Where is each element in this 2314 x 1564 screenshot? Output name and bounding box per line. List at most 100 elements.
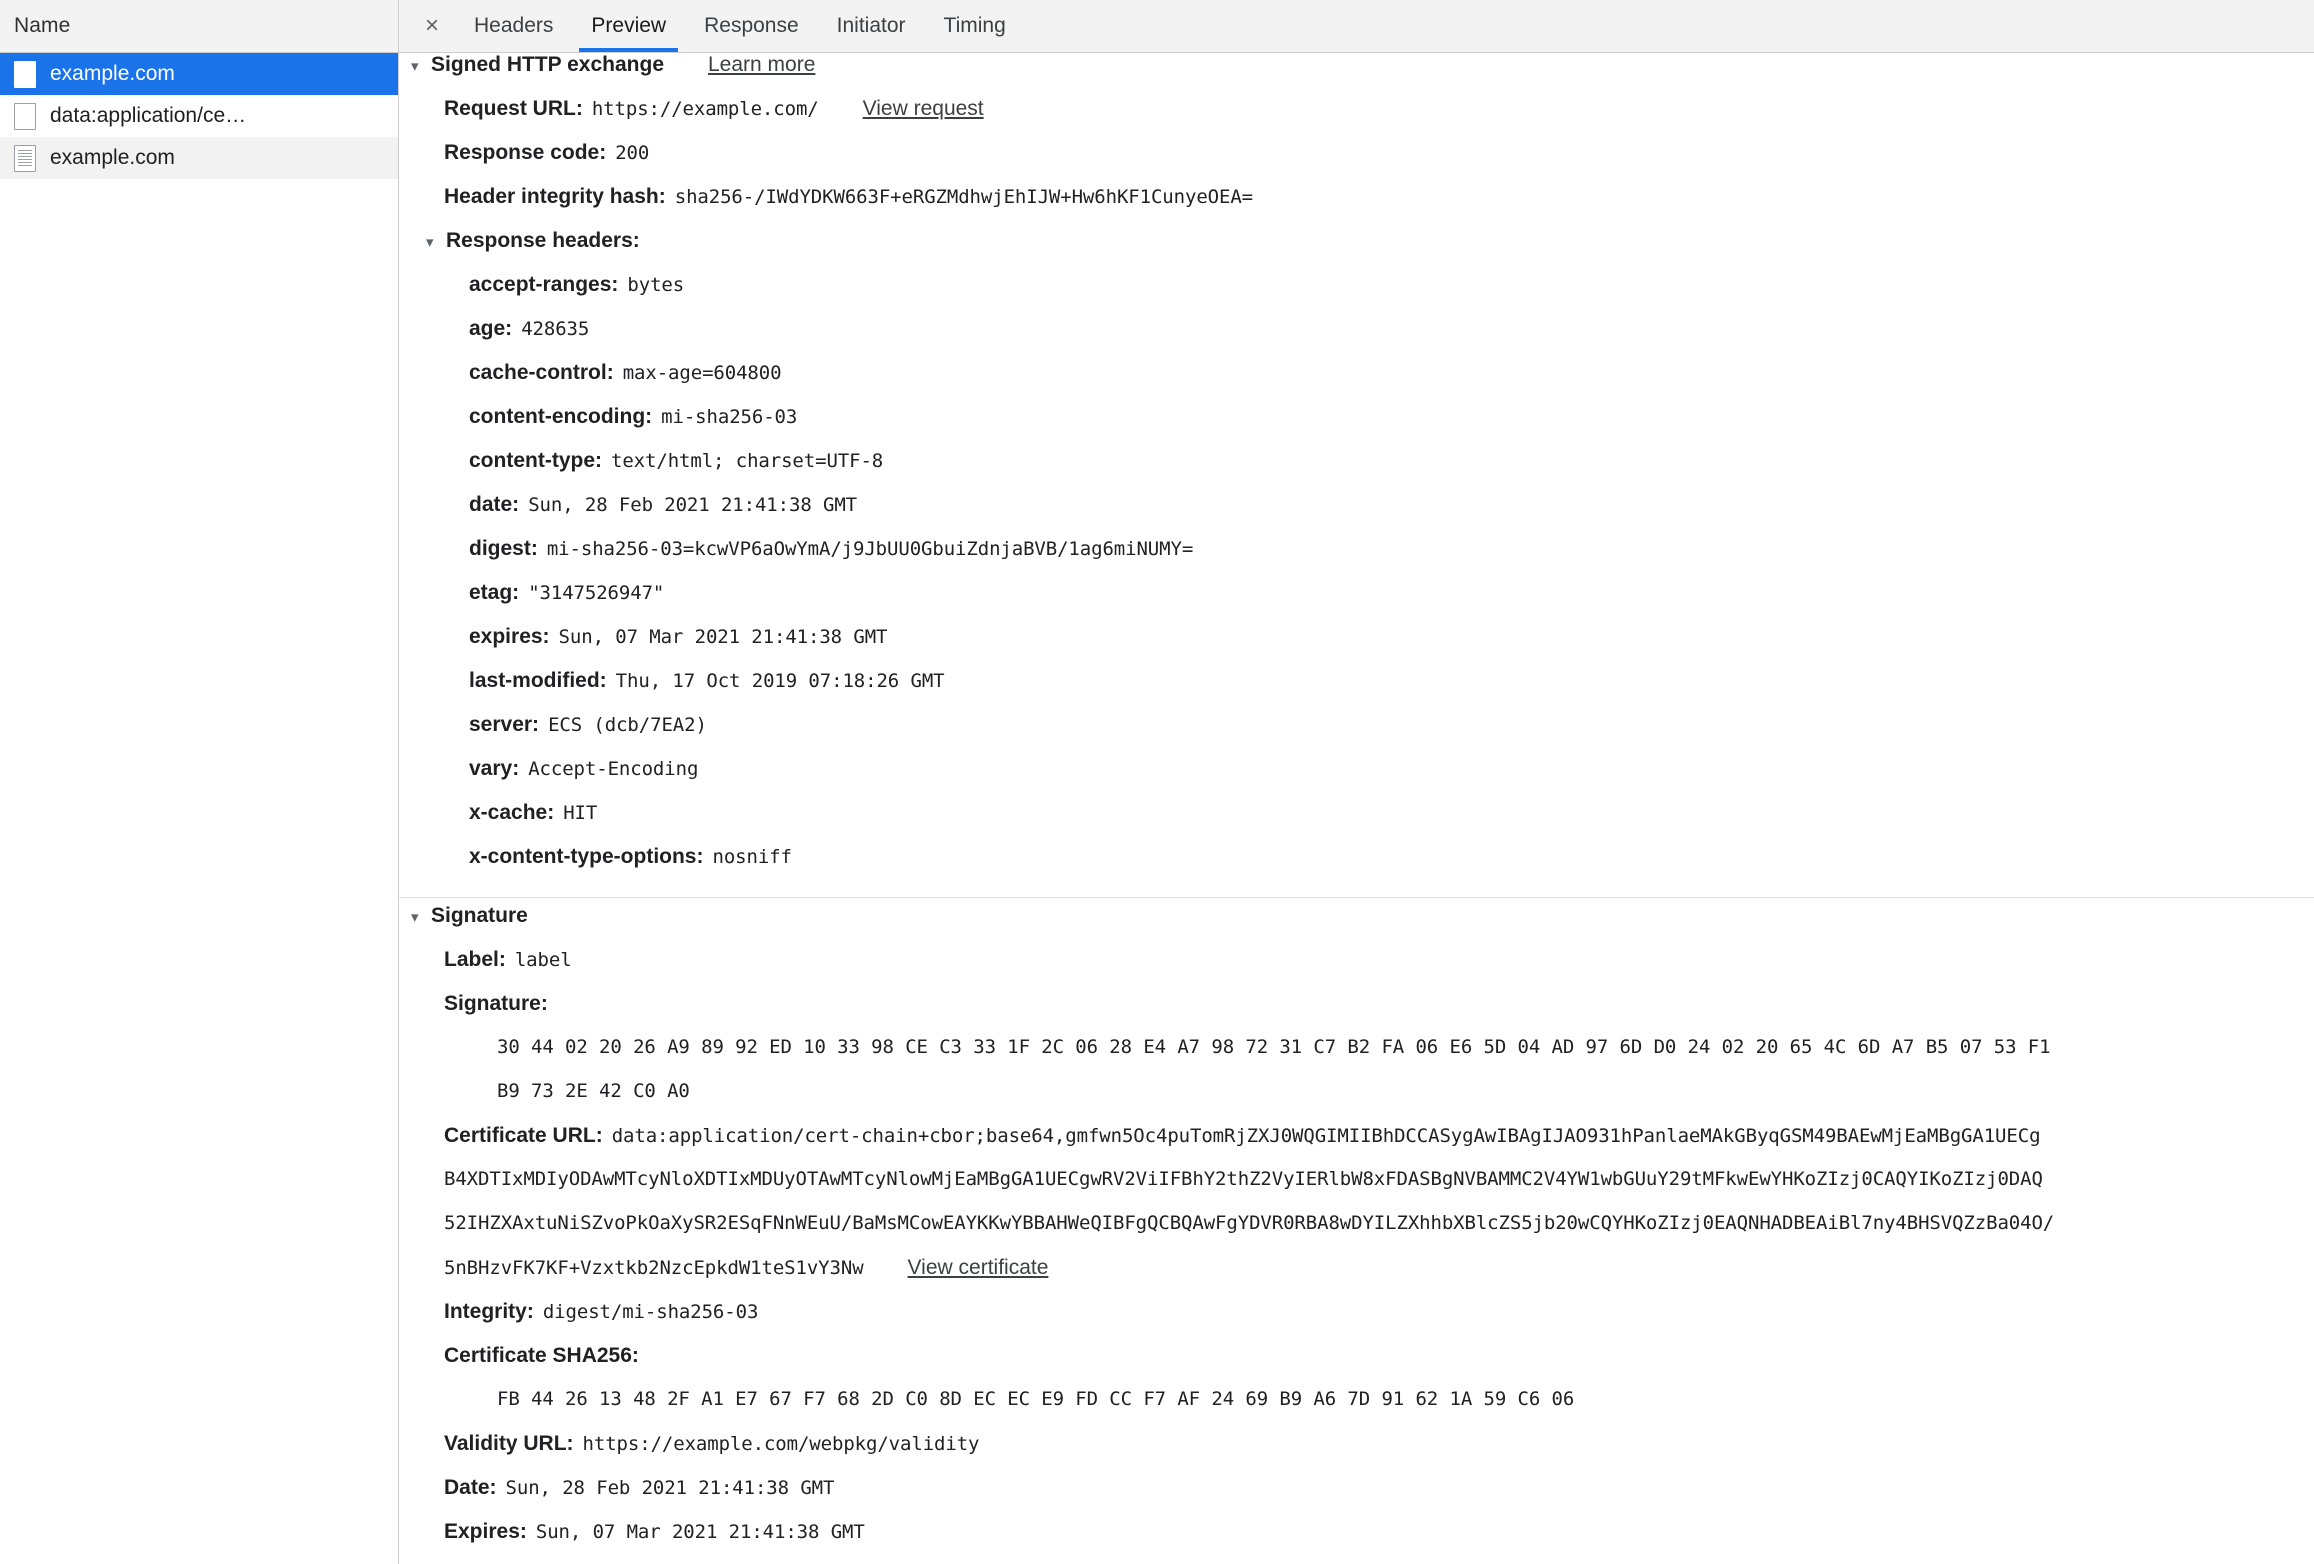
- expires-key: Expires:: [444, 1520, 527, 1543]
- response-header-row: date: Sun, 28 Feb 2021 21:41:38 GMT: [399, 493, 2314, 537]
- row-request-url: Request URL: https://example.com/ View r…: [399, 97, 2314, 141]
- response-headers-title: Response headers:: [446, 229, 640, 252]
- certificate-url-continuation: 5nBHzvFK7KF+Vzxtkb2NzcEpkdW1teS1vY3Nw Vi…: [399, 1256, 2314, 1300]
- request-list-item-2[interactable]: example.com: [0, 137, 398, 179]
- response-header-row: content-encoding: mi-sha256-03: [399, 405, 2314, 449]
- response-header-row: age: 428635: [399, 317, 2314, 361]
- row-validity-url: Validity URL: https://example.com/webpkg…: [399, 1432, 2314, 1476]
- close-icon[interactable]: ×: [409, 0, 455, 52]
- integrity-key: Integrity:: [444, 1300, 534, 1323]
- row-certificate-sha256: Certificate SHA256:: [399, 1344, 2314, 1388]
- signature-section-title: Signature: [431, 904, 528, 927]
- header-name: etag:: [469, 581, 520, 604]
- header-name: server:: [469, 713, 540, 736]
- detail-tabbar: × Headers Preview Response Initiator Tim…: [399, 0, 2314, 53]
- header-value: ECS (dcb/7EA2): [548, 714, 707, 736]
- header-name: content-encoding:: [469, 405, 653, 428]
- header-value: Sun, 07 Mar 2021 21:41:38 GMT: [558, 626, 888, 648]
- response-header-row: x-content-type-options: nosniff: [399, 845, 2314, 889]
- section-divider: [399, 897, 2314, 898]
- request-url-key: Request URL:: [444, 97, 583, 120]
- request-list-item-1[interactable]: data:application/ce…: [0, 95, 398, 137]
- header-name: vary:: [469, 757, 520, 780]
- expires-value: Sun, 07 Mar 2021 21:41:38 GMT: [535, 1521, 865, 1543]
- header-name: expires:: [469, 625, 550, 648]
- request-list-header: Name: [0, 0, 398, 53]
- request-list-item-0[interactable]: example.com: [0, 53, 398, 95]
- certificate-url-key: Certificate URL:: [444, 1124, 603, 1147]
- integrity-value: digest/mi-sha256-03: [542, 1301, 759, 1323]
- validity-url-key: Validity URL:: [444, 1432, 574, 1455]
- request-url-value: https://example.com/: [591, 98, 819, 120]
- row-expires: Expires: Sun, 07 Mar 2021 21:41:38 GMT: [399, 1520, 2314, 1564]
- signed-http-exchange-header: ▾ Signed HTTP exchange Learn more: [399, 53, 2314, 97]
- response-code-key: Response code:: [444, 141, 607, 164]
- response-header-row: expires: Sun, 07 Mar 2021 21:41:38 GMT: [399, 625, 2314, 669]
- view-certificate-link[interactable]: View certificate: [908, 1256, 1049, 1280]
- header-name: last-modified:: [469, 669, 607, 692]
- header-name: cache-control:: [469, 361, 614, 384]
- header-value: bytes: [627, 274, 685, 296]
- tab-initiator[interactable]: Initiator: [818, 0, 925, 52]
- header-value: HIT: [563, 802, 598, 824]
- response-headers-header: ▾ Response headers:: [399, 229, 2314, 273]
- response-header-row: etag: "3147526947": [399, 581, 2314, 625]
- certificate-url-continuation: 52IHZXAxtuNiSZvoPkOaXySR2ESqFNnWEuU/BaMs…: [399, 1212, 2314, 1256]
- response-header-row: accept-ranges: bytes: [399, 273, 2314, 317]
- signature-bytes-line: B9 73 2E 42 C0 A0: [399, 1080, 2314, 1124]
- tab-headers[interactable]: Headers: [455, 0, 572, 52]
- request-list-item-label: example.com: [50, 62, 175, 85]
- section-title: Signed HTTP exchange: [431, 53, 664, 76]
- header-integrity-value: sha256-/IWdYDKW663F+eRGZMdhwjEhIJW+Hw6hK…: [674, 186, 1254, 208]
- triangle-down-icon[interactable]: ▾: [411, 910, 431, 925]
- response-header-row: vary: Accept-Encoding: [399, 757, 2314, 801]
- certificate-sha256-key: Certificate SHA256:: [444, 1344, 639, 1367]
- row-certificate-url: Certificate URL: data:application/cert-c…: [399, 1124, 2314, 1168]
- date-value: Sun, 28 Feb 2021 21:41:38 GMT: [505, 1477, 835, 1499]
- tab-response[interactable]: Response: [685, 0, 818, 52]
- signature-bytes: B9 73 2E 42 C0 A0: [497, 1080, 690, 1102]
- detail-panel: × Headers Preview Response Initiator Tim…: [399, 0, 2314, 1564]
- request-list-item-label: data:application/ce…: [50, 104, 247, 127]
- header-value: Accept-Encoding: [528, 758, 699, 780]
- response-header-row: content-type: text/html; charset=UTF-8: [399, 449, 2314, 493]
- response-header-row: cache-control: max-age=604800: [399, 361, 2314, 405]
- certificate-url-value-line3: 52IHZXAxtuNiSZvoPkOaXySR2ESqFNnWEuU/BaMs…: [444, 1212, 2055, 1234]
- label-key: Label:: [444, 948, 506, 971]
- header-name: age:: [469, 317, 513, 340]
- response-header-row: x-cache: HIT: [399, 801, 2314, 845]
- response-header-row: server: ECS (dcb/7EA2): [399, 713, 2314, 757]
- header-value: text/html; charset=UTF-8: [611, 450, 884, 472]
- request-list-panel: Name example.com data:application/ce… ex…: [0, 0, 399, 1564]
- certificate-url-value-line4: 5nBHzvFK7KF+Vzxtkb2NzcEpkdW1teS1vY3Nw: [444, 1257, 864, 1279]
- signature-key: Signature:: [444, 992, 548, 1015]
- certificate-url-continuation: B4XDTIxMDIyODAwMTcyNloXDTIxMDUyOTAwMTcyN…: [399, 1168, 2314, 1212]
- header-value: Sun, 28 Feb 2021 21:41:38 GMT: [528, 494, 858, 516]
- header-name: digest:: [469, 537, 538, 560]
- date-key: Date:: [444, 1476, 497, 1499]
- page-icon: [14, 60, 36, 88]
- learn-more-link[interactable]: Learn more: [708, 53, 815, 77]
- header-name: date:: [469, 493, 520, 516]
- header-value: 428635: [521, 318, 590, 340]
- response-header-row: last-modified: Thu, 17 Oct 2019 07:18:26…: [399, 669, 2314, 713]
- row-signature: Signature:: [399, 992, 2314, 1036]
- row-response-code: Response code: 200: [399, 141, 2314, 185]
- request-list-item-label: example.com: [50, 146, 175, 169]
- header-integrity-key: Header integrity hash:: [444, 185, 666, 208]
- tab-preview[interactable]: Preview: [572, 0, 685, 52]
- header-value: max-age=604800: [622, 362, 782, 384]
- certificate-sha256-bytes: FB 44 26 13 48 2F A1 E7 67 F7 68 2D C0 8…: [497, 1388, 1575, 1410]
- header-value: "3147526947": [528, 582, 665, 604]
- row-integrity: Integrity: digest/mi-sha256-03: [399, 1300, 2314, 1344]
- signature-bytes-line: 30 44 02 20 26 A9 89 92 ED 10 33 98 CE C…: [399, 1036, 2314, 1080]
- triangle-down-icon[interactable]: ▾: [411, 59, 431, 74]
- row-header-integrity-hash: Header integrity hash: sha256-/IWdYDKW66…: [399, 185, 2314, 229]
- devtools-network-panel: Name example.com data:application/ce… ex…: [0, 0, 2314, 1564]
- view-request-link[interactable]: View request: [863, 97, 984, 121]
- tab-timing[interactable]: Timing: [925, 0, 1025, 52]
- header-name: x-cache:: [469, 801, 555, 824]
- header-name: content-type:: [469, 449, 602, 472]
- header-name: accept-ranges:: [469, 273, 619, 296]
- triangle-down-icon[interactable]: ▾: [426, 235, 446, 250]
